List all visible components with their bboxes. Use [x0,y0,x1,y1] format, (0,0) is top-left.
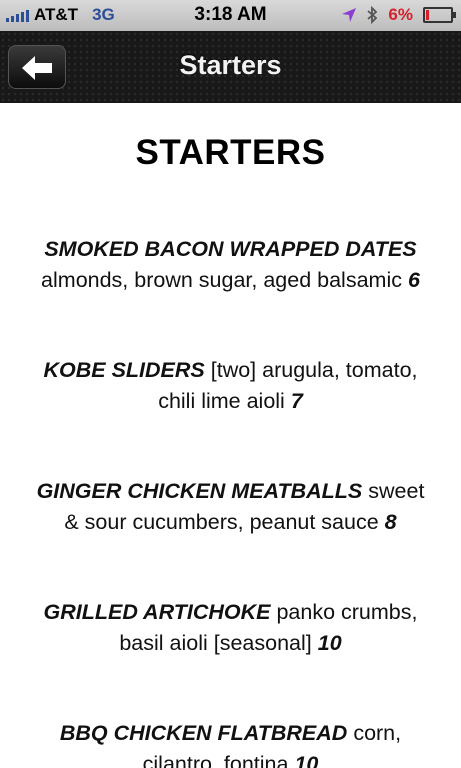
item-price: 6 [407,268,420,292]
menu-item-grilled-artichoke: GRILLED ARTICHOKE panko crumbs, basil ai… [16,597,445,659]
battery-percent: 6% [388,5,413,24]
menu-content[interactable]: STARTERS SMOKED BACON WRAPPED DATES almo… [0,103,461,768]
item-price: 8 [384,510,397,534]
item-name: GRILLED ARTICHOKE [43,600,271,624]
status-right: 6% [341,5,456,25]
item-description: corn, [353,721,402,745]
item-description: cilantro, fontina [142,752,289,768]
menu-item-bbq-flatbread: BBQ CHICKEN FLATBREAD corn, cilantro, fo… [16,718,445,768]
item-name: KOBE SLIDERS [43,358,205,382]
battery-icon [423,7,456,23]
item-description: basil aioli [seasonal] [119,631,312,655]
item-name: SMOKED BACON WRAPPED DATES [44,237,417,261]
item-name: BBQ CHICKEN FLATBREAD [59,721,348,745]
bluetooth-icon [367,6,378,24]
item-description: almonds, brown sugar, aged balsamic [41,268,402,292]
item-description: chili lime aioli [158,389,285,413]
navigation-bar: Starters [0,31,461,103]
menu-item-ginger-meatballs: GINGER CHICKEN MEATBALLS sweet & sour cu… [16,476,445,538]
menu-item-bacon-dates: SMOKED BACON WRAPPED DATES almonds, brow… [16,234,445,296]
item-price: 10 [317,631,342,655]
item-description: panko crumbs, [276,600,418,624]
item-description: sweet [368,479,425,503]
menu-item-kobe-sliders: KOBE SLIDERS [two] arugula, tomato, chil… [16,355,445,417]
item-description: [two] arugula, tomato, [210,358,418,382]
status-bar: AT&T 3G 3:18 AM 6% [0,0,461,31]
page-heading: STARTERS [135,133,326,172]
location-arrow-icon [342,8,357,22]
item-price: 10 [294,752,319,768]
item-description: & sour cucumbers, peanut sauce [64,510,379,534]
item-name: GINGER CHICKEN MEATBALLS [36,479,363,503]
item-price: 7 [290,389,303,413]
nav-title: Starters [179,50,282,80]
